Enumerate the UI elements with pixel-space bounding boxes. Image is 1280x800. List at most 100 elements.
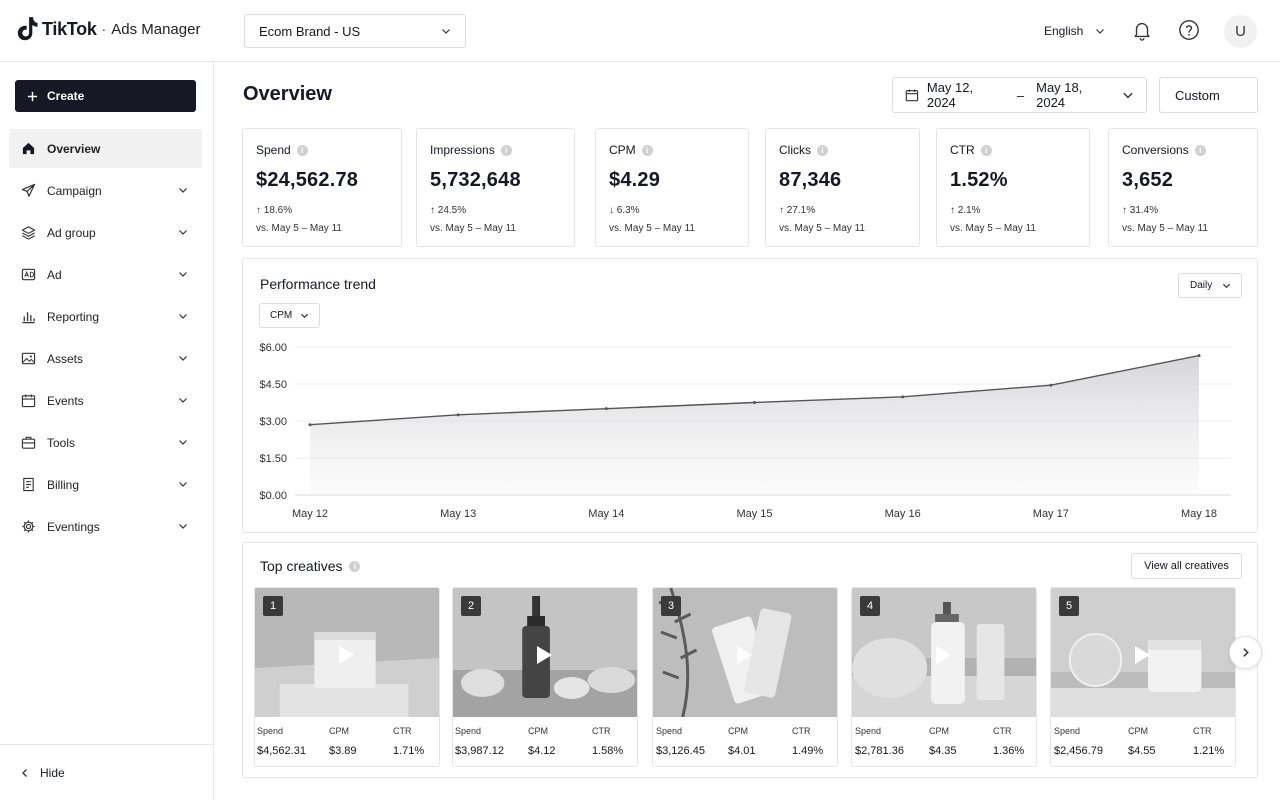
play-icon[interactable] — [737, 646, 752, 664]
briefcase-icon — [21, 436, 36, 449]
info-icon[interactable]: i — [1194, 144, 1206, 156]
play-icon[interactable] — [339, 646, 354, 664]
sidebar-item-assets[interactable]: Assets — [9, 339, 202, 378]
kpi-card-spend[interactable]: Spend i $24,562.78 ↑ 18.6% vs. May 5 – Ma… — [242, 128, 402, 247]
data-point[interactable] — [753, 401, 756, 404]
date-separator: – — [1016, 87, 1025, 103]
info-icon[interactable]: i — [296, 144, 308, 156]
data-point[interactable] — [901, 395, 905, 399]
kpi-value: 87,346 — [779, 169, 842, 191]
kpi-label: CTR — [950, 143, 975, 157]
info-icon[interactable]: i — [641, 144, 653, 156]
y-tick-label: $3.00 — [259, 416, 287, 428]
creative-card[interactable]: 5 Spend $2,456.79 CPM $4.55 CTR 1.21% — [1050, 587, 1236, 767]
sidebar-item-eventings[interactable]: Eventings — [9, 507, 202, 546]
x-tick-label: May 15 — [736, 508, 772, 520]
y-tick-label: $6.00 — [259, 342, 287, 354]
sidebar-item-tools[interactable]: Tools — [9, 423, 202, 462]
hide-sidebar-button[interactable]: Hide — [0, 744, 213, 800]
sidebar-item-campaign[interactable]: Campaign — [9, 171, 202, 210]
data-point[interactable] — [1197, 354, 1201, 358]
kpi-compare: vs. May 5 – May 11 — [1122, 223, 1208, 234]
kpi-value: $4.29 — [609, 169, 661, 191]
creative-card[interactable]: 1 Spend $4,562.31 CPM $3.89 CTR 1.71% — [254, 587, 440, 767]
avatar[interactable]: U — [1224, 15, 1257, 48]
view-all-creatives-button[interactable]: View all creatives — [1131, 553, 1242, 579]
stat-value: 1.21% — [1193, 745, 1225, 757]
stat-ctr: CTR 1.49% — [792, 726, 823, 757]
info-icon[interactable]: i — [349, 560, 361, 572]
creative-card[interactable]: 3 Spend $3,126.45 CPM $4.01 CTR 1.49% — [652, 587, 838, 767]
chevron-down-icon — [179, 272, 187, 277]
brand-separator: · — [101, 21, 107, 37]
stat-ctr: CTR 1.21% — [1193, 726, 1224, 757]
stat-label: CPM — [528, 726, 548, 736]
stat-spend: Spend $3,126.45 — [656, 726, 705, 757]
data-point[interactable] — [604, 407, 608, 411]
sidebar-item-billing[interactable]: Billing — [9, 465, 202, 504]
sidebar-item-events[interactable]: Events — [9, 381, 202, 420]
play-icon[interactable] — [537, 646, 552, 664]
kpi-label-row: Clicks i — [779, 143, 906, 157]
kpi-compare: vs. May 5 – May 11 — [609, 223, 695, 234]
data-point[interactable] — [1049, 383, 1053, 387]
kpi-compare: vs. May 5 – May 11 — [779, 223, 865, 234]
stat-value: $2,781.36 — [855, 745, 904, 757]
product-name: Ads Manager — [111, 20, 201, 38]
create-button[interactable]: Create — [15, 80, 196, 112]
custom-range-button[interactable]: Custom — [1159, 77, 1258, 113]
chevron-down-icon — [179, 398, 187, 403]
stat-ctr: CTR 1.71% — [393, 726, 424, 757]
sidebar-item-label: Eventings — [47, 519, 100, 534]
data-point[interactable] — [308, 423, 312, 427]
kpi-compare: vs. May 5 – May 11 — [256, 223, 342, 234]
x-tick-label: May 16 — [885, 508, 921, 520]
sidebar-item-label: Overview — [47, 141, 101, 156]
stat-label: CPM — [1128, 726, 1148, 736]
sidebar-nav: Overview Campaign Ad group Ad Reporting … — [9, 129, 202, 549]
next-creatives-button[interactable] — [1229, 636, 1262, 669]
stat-ctr: CTR 1.58% — [592, 726, 623, 757]
language-selector[interactable]: English — [1044, 24, 1105, 38]
bell-icon[interactable] — [1131, 19, 1153, 41]
account-selector[interactable]: Ecom Brand - US — [244, 14, 466, 48]
kpi-card-ctr[interactable]: CTR i 1.52% ↑ 2.1% vs. May 5 – May 11 — [936, 128, 1090, 247]
stat-label: Spend — [656, 726, 683, 736]
stat-spend: Spend $2,456.79 — [1054, 726, 1103, 757]
kpi-label: Clicks — [779, 143, 811, 157]
kpi-compare: vs. May 5 – May 11 — [950, 223, 1036, 234]
kpi-label: CPM — [609, 143, 636, 157]
sidebar-item-reporting[interactable]: Reporting — [9, 297, 202, 336]
kpi-card-conversions[interactable]: Conversions i 3,652 ↑ 31.4% vs. May 5 – M… — [1108, 128, 1258, 247]
stat-label: Spend — [1054, 726, 1081, 736]
play-icon[interactable] — [1135, 646, 1150, 664]
creative-card[interactable]: 4 Spend $2,781.36 CPM $4.35 CTR 1.36% — [851, 587, 1037, 767]
stat-value: $2,456.79 — [1054, 745, 1103, 757]
stat-value: $4,562.31 — [257, 745, 306, 757]
kpi-label-row: Impressions i — [430, 143, 561, 157]
kpi-change: ↓ 6.3% — [609, 205, 640, 216]
tiktok-logo[interactable]: TikTok · Ads Manager — [17, 17, 200, 41]
ad-icon — [21, 268, 36, 281]
sidebar-item-label: Reporting — [47, 309, 100, 324]
kpi-value: 3,652 — [1122, 169, 1174, 191]
image-icon — [21, 352, 36, 365]
sidebar-item-ad-group[interactable]: Ad group — [9, 213, 202, 252]
tiktok-logo-icon — [17, 17, 38, 41]
kpi-card-cpm[interactable]: CPM i $4.29 ↓ 6.3% vs. May 5 – May 11 — [595, 128, 749, 247]
help-icon[interactable] — [1178, 19, 1200, 41]
account-name: Ecom Brand - US — [259, 23, 361, 39]
chevron-down-icon — [179, 356, 187, 361]
data-point[interactable] — [456, 413, 460, 417]
info-icon[interactable]: i — [500, 144, 512, 156]
play-icon[interactable] — [936, 646, 951, 664]
sidebar-item-overview[interactable]: Overview — [9, 129, 202, 168]
creative-card[interactable]: 2 Spend $3,987.12 CPM $4.12 CTR 1.58% — [452, 587, 638, 767]
date-range-picker[interactable]: May 12, 2024 – May 18, 2024 — [892, 77, 1147, 113]
stat-ctr: CTR 1.36% — [993, 726, 1024, 757]
sidebar-item-ad[interactable]: Ad — [9, 255, 202, 294]
kpi-card-impressions[interactable]: Impressions i 5,732,648 ↑ 24.5% vs. May 5… — [416, 128, 575, 247]
info-icon[interactable]: i — [817, 144, 828, 156]
info-icon[interactable]: i — [980, 144, 992, 156]
kpi-card-clicks[interactable]: Clicks i 87,346 ↑ 27.1% vs. May 5 – May 1… — [765, 128, 920, 247]
